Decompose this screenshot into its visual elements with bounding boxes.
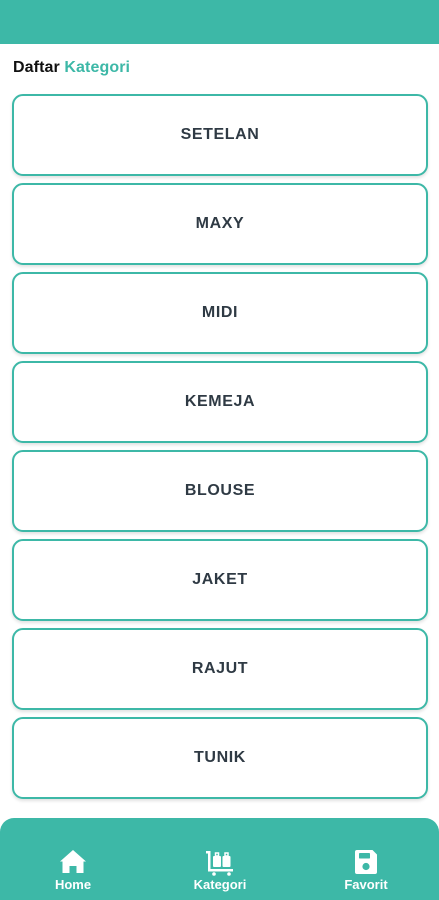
category-card-setelan[interactable]: SETELAN	[12, 94, 428, 176]
category-card-midi[interactable]: MIDI	[12, 272, 428, 354]
app-screen: Daftar Kategori SETELAN MAXY MIDI KEMEJA…	[0, 0, 439, 900]
nav-label-home: Home	[54, 877, 92, 892]
nav-label-favorit: Favorit	[344, 877, 388, 892]
category-card-rajut[interactable]: RAJUT	[12, 628, 428, 710]
category-list: SETELAN MAXY MIDI KEMEJA BLOUSE JAKET RA…	[12, 94, 428, 799]
nav-label-kategori: Kategori	[193, 877, 247, 892]
page-title-part2: Kategori	[64, 59, 131, 76]
category-label: MIDI	[201, 304, 239, 321]
category-label: BLOUSE	[184, 482, 256, 499]
category-card-jaket[interactable]: JAKET	[12, 539, 428, 621]
category-card-tunik[interactable]: TUNIK	[12, 717, 428, 799]
category-label: SETELAN	[180, 126, 260, 143]
save-icon	[355, 850, 377, 874]
bottom-navigation: Home Kategori Favorit	[0, 818, 439, 900]
home-icon	[60, 850, 86, 873]
category-label: RAJUT	[191, 660, 249, 677]
top-app-bar	[0, 0, 439, 44]
category-label: JAKET	[192, 571, 248, 588]
category-label: KEMEJA	[184, 393, 256, 410]
category-card-maxy[interactable]: MAXY	[12, 183, 428, 265]
nav-item-home[interactable]: Home	[18, 848, 128, 892]
category-card-blouse[interactable]: BLOUSE	[12, 450, 428, 532]
nav-item-favorit[interactable]: Favorit	[311, 848, 421, 892]
category-label: TUNIK	[194, 749, 246, 766]
page-title: Daftar Kategori	[13, 59, 130, 77]
category-card-kemeja[interactable]: KEMEJA	[12, 361, 428, 443]
luggage-cart-icon	[206, 851, 233, 876]
category-label: MAXY	[195, 215, 245, 232]
nav-item-kategori[interactable]: Kategori	[165, 848, 275, 892]
page-title-part1: Daftar	[13, 59, 60, 76]
